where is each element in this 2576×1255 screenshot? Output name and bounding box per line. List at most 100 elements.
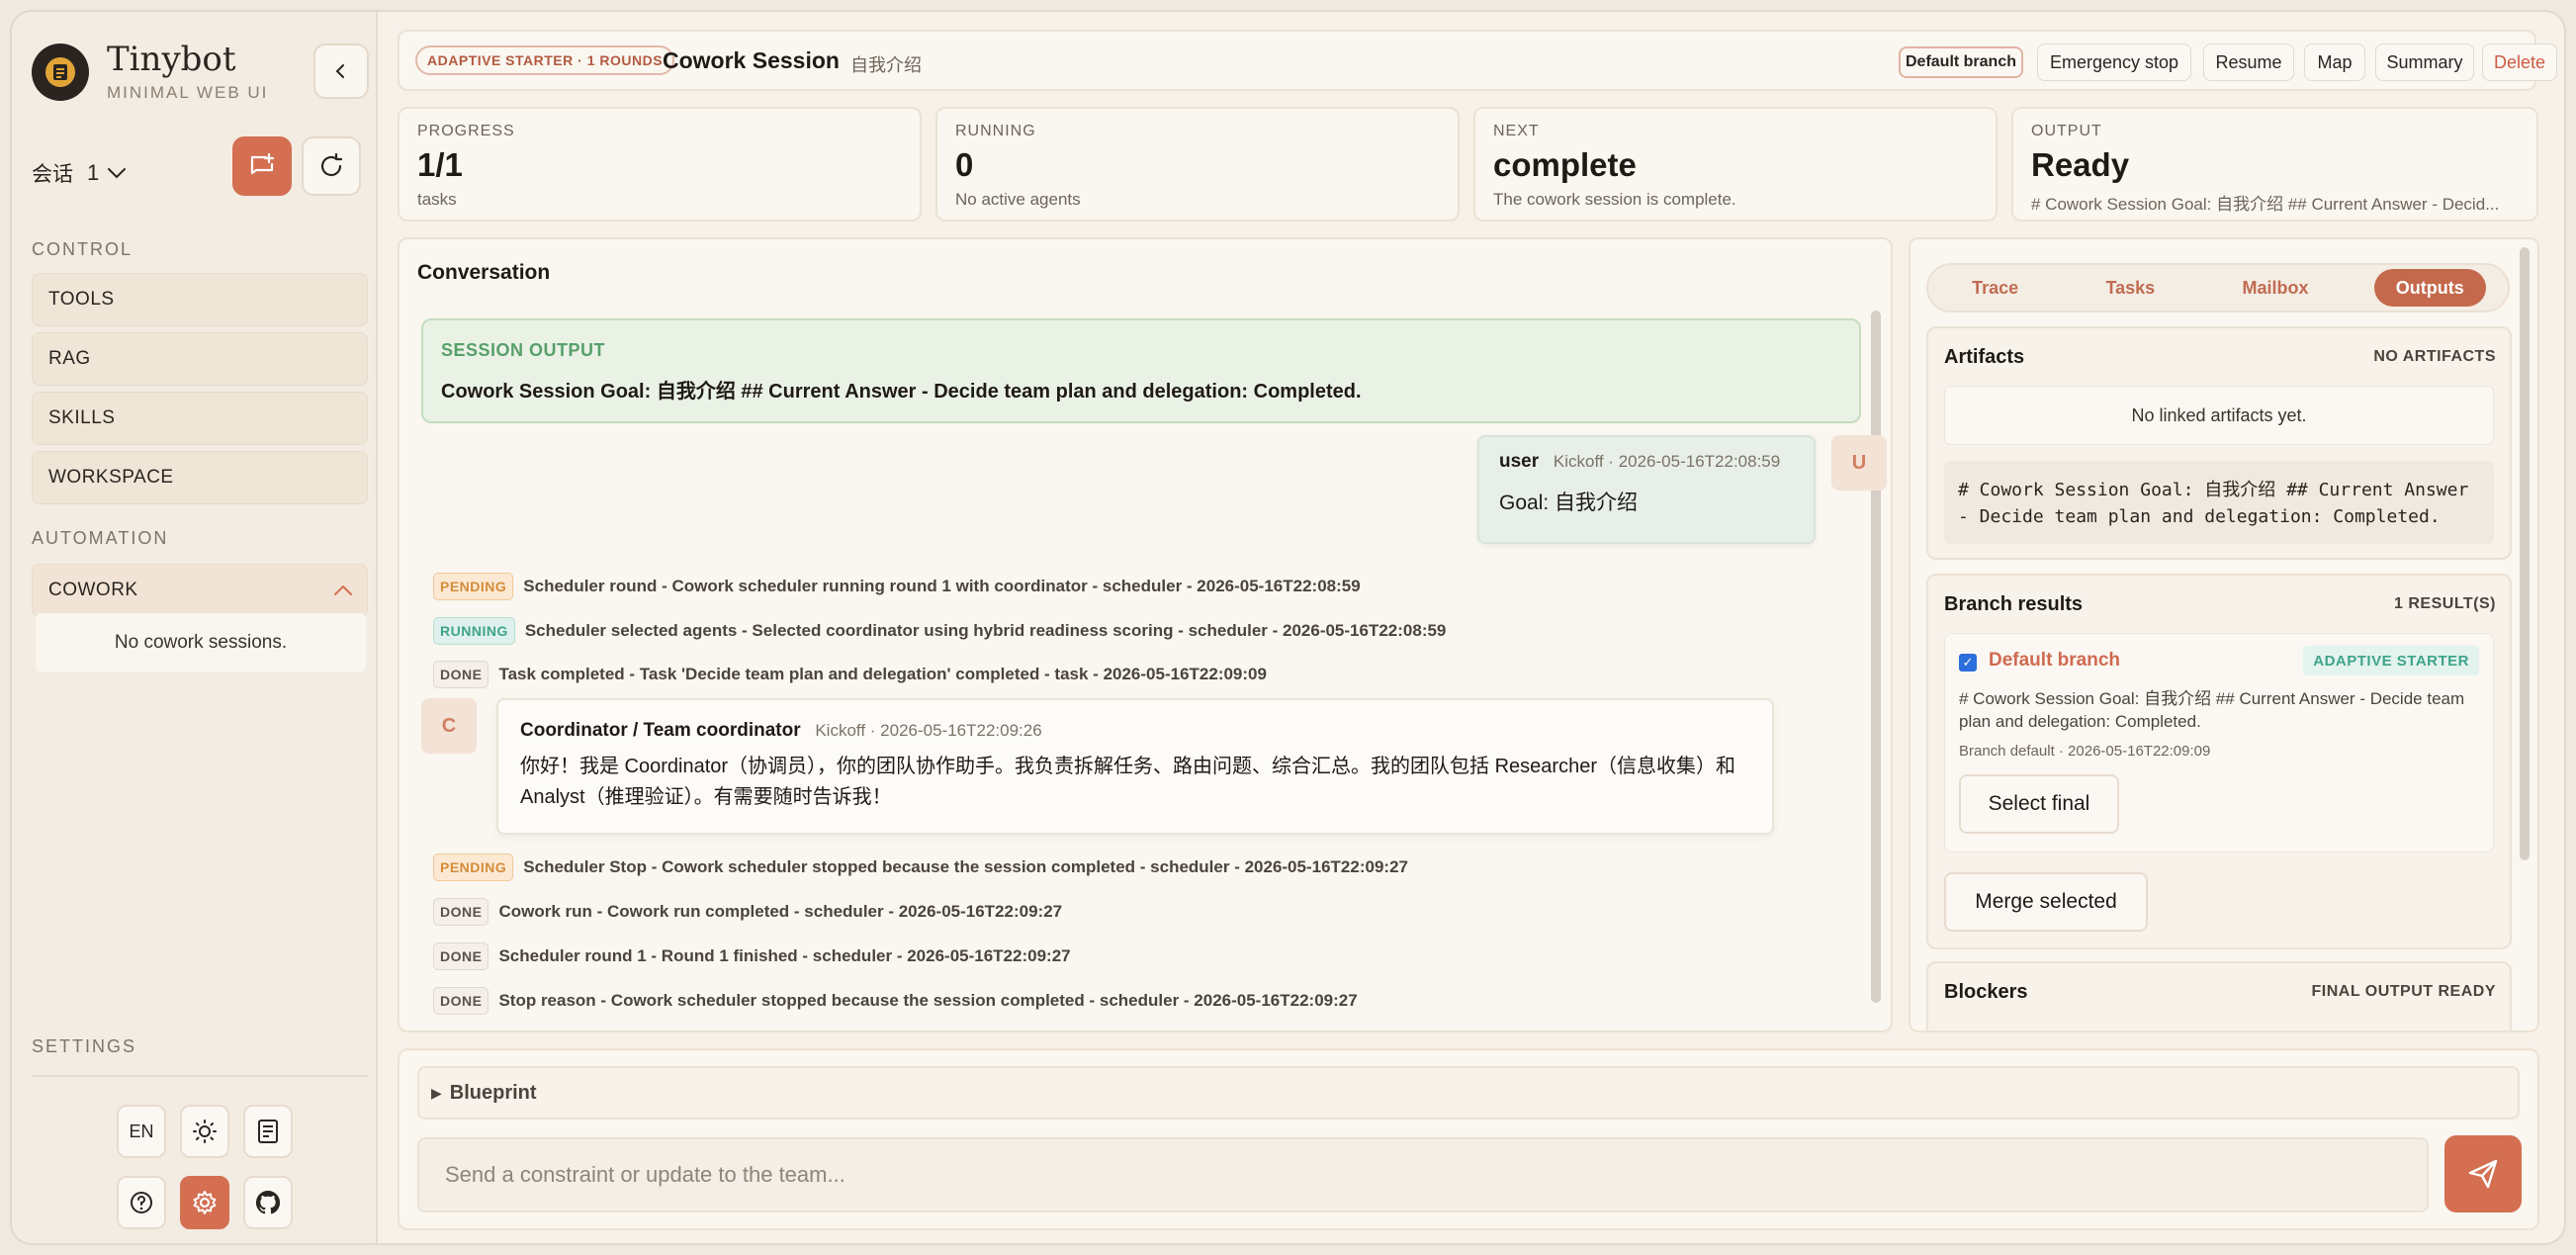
sidebar-item-rag[interactable]: RAG <box>32 332 368 386</box>
event-text: Task completed - Task 'Decide team plan … <box>498 665 1267 683</box>
sidebar-item-cowork[interactable]: COWORK <box>32 564 368 617</box>
session-output-label: SESSION OUTPUT <box>441 340 606 360</box>
user-message-meta: Kickoff · 2026-05-16T22:08:59 <box>1553 452 1781 471</box>
branch-results-meta: 1 RESULT(S) <box>2394 595 2496 612</box>
event-text: Cowork run - Cowork run completed - sche… <box>498 902 1063 921</box>
coordinator-message: Coordinator / Team coordinator Kickoff ·… <box>496 698 1774 835</box>
event-text: Scheduler selected agents - Selected coo… <box>524 621 1447 640</box>
chevron-down-icon <box>108 168 127 179</box>
stat-running-label: RUNNING <box>955 123 1036 139</box>
app-subtitle: MINIMAL WEB UI <box>107 83 269 102</box>
session-title: Cowork Session <box>663 47 840 73</box>
message-input-wrapper <box>417 1137 2429 1212</box>
delete-button[interactable]: Delete <box>2482 44 2557 81</box>
stat-next-value: complete <box>1493 146 1637 183</box>
docs-button[interactable] <box>243 1105 293 1158</box>
event-row: DONE Task completed - Task 'Decide team … <box>433 660 1267 689</box>
conversation-panel: Conversation SESSION OUTPUT Cowork Sessi… <box>398 237 1893 1032</box>
chevron-left-icon <box>335 64 344 78</box>
status-badge: DONE <box>433 987 489 1015</box>
sun-icon <box>193 1120 217 1143</box>
summary-button[interactable]: Summary <box>2375 44 2474 81</box>
stat-running-sub: No active agents <box>955 190 1081 209</box>
help-button[interactable] <box>117 1176 166 1229</box>
user-message-head: user Kickoff · 2026-05-16T22:08:59 <box>1499 451 1794 473</box>
session-output-text: Cowork Session Goal: 自我介绍 ## Current Ans… <box>441 381 1362 403</box>
user-message-author: user <box>1499 451 1540 472</box>
outputs-scrollbar[interactable] <box>2520 247 2530 860</box>
session-header: ADAPTIVE STARTER · 1 ROUNDS Cowork Sessi… <box>398 30 2557 91</box>
caret-right-icon: ▶ <box>431 1084 442 1101</box>
conversation-scrollbar[interactable] <box>1871 311 1881 1003</box>
user-avatar: U <box>1831 435 1887 491</box>
branch-results-card: Branch results 1 RESULT(S) ✓ Default bra… <box>1926 574 2512 949</box>
merge-selected-button[interactable]: Merge selected <box>1944 872 2148 932</box>
sidebar-item-tools[interactable]: TOOLS <box>32 273 368 326</box>
sidebar-item-skills[interactable]: SKILLS <box>32 392 368 445</box>
output-preview: # Cowork Session Goal: 自我介绍 ## Current A… <box>1944 461 2494 544</box>
message-input[interactable] <box>445 1139 2427 1210</box>
event-row: DONE Scheduler round 1 - Round 1 finishe… <box>433 941 1071 971</box>
artifacts-empty: No linked artifacts yet. <box>1944 386 2494 445</box>
tab-mailbox[interactable]: Mailbox <box>2220 269 2330 307</box>
event-text: Stop reason - Cowork scheduler stopped b… <box>498 991 1358 1010</box>
branch-summary: # Cowork Session Goal: 自我介绍 ## Current A… <box>1959 689 2465 731</box>
main-area: ADAPTIVE STARTER · 1 ROUNDS Cowork Sessi… <box>380 12 2564 1243</box>
stat-progress-label: PROGRESS <box>417 123 515 139</box>
tab-tasks[interactable]: Tasks <box>2084 269 2176 307</box>
coordinator-avatar: C <box>421 698 477 754</box>
send-button[interactable] <box>2444 1135 2522 1212</box>
tab-trace[interactable]: Trace <box>1950 269 2040 307</box>
settings-button[interactable] <box>180 1176 229 1229</box>
tab-outputs[interactable]: Outputs <box>2373 269 2486 307</box>
github-button[interactable] <box>243 1176 293 1229</box>
select-final-button[interactable]: Select final <box>1959 774 2119 834</box>
branch-name: Default branch <box>1989 650 2121 671</box>
event-row: PENDING Scheduler Stop - Cowork schedule… <box>433 852 1408 882</box>
status-badge: DONE <box>433 898 489 926</box>
map-button[interactable]: Map <box>2304 44 2365 81</box>
session-selector[interactable]: 会话 1 <box>32 158 127 188</box>
status-badge: DONE <box>433 942 489 970</box>
sidebar-item-workspace[interactable]: WORKSPACE <box>32 451 368 504</box>
stat-running: RUNNING 0 No active agents <box>935 107 1460 222</box>
stat-output-sub: # Cowork Session Goal: 自我介绍 ## Current A… <box>2031 195 2500 214</box>
collapse-sidebar-button[interactable] <box>313 44 369 99</box>
branch-checkbox[interactable]: ✓ <box>1959 654 1977 672</box>
composer: ▶ Blueprint <box>398 1048 2539 1230</box>
status-badge: PENDING <box>433 573 514 600</box>
event-row: DONE Stop reason - Cowork scheduler stop… <box>433 986 1358 1016</box>
event-row: PENDING Scheduler round - Cowork schedul… <box>433 572 1361 601</box>
session-count: 1 <box>87 160 100 185</box>
chevron-up-icon <box>334 584 352 595</box>
artifacts-title: Artifacts <box>1944 346 2025 368</box>
default-branch-button[interactable]: Default branch <box>1899 46 2023 78</box>
new-session-button[interactable] <box>232 136 292 196</box>
logo-glyph-icon <box>45 57 75 87</box>
new-chat-icon <box>250 152 275 175</box>
section-automation: AUTOMATION <box>32 528 169 548</box>
blueprint-label: Blueprint <box>449 1081 537 1104</box>
tinybot-logo-icon <box>32 44 89 101</box>
stat-output-label: OUTPUT <box>2031 123 2102 139</box>
blueprint-toggle[interactable]: ▶ Blueprint <box>417 1066 2520 1120</box>
stat-progress-value: 1/1 <box>417 146 463 183</box>
strategy-badge: ADAPTIVE STARTER · 1 ROUNDS <box>415 45 675 75</box>
session-label: 会话 <box>32 163 73 186</box>
section-settings: SETTINGS <box>32 1036 137 1056</box>
language-button[interactable]: EN <box>117 1105 166 1158</box>
theme-toggle-button[interactable] <box>180 1105 229 1158</box>
event-text: Scheduler Stop - Cowork scheduler stoppe… <box>523 857 1408 876</box>
refresh-button[interactable] <box>302 136 361 196</box>
emergency-stop-button[interactable]: Emergency stop <box>2037 44 2191 81</box>
artifacts-meta: NO ARTIFACTS <box>2373 348 2496 365</box>
panel-tabs: Trace Tasks Mailbox Outputs <box>1926 263 2510 313</box>
app-window: Tinybot MINIMAL WEB UI 会话 1 CONTROL TOOL… <box>10 10 2566 1245</box>
github-icon <box>255 1190 281 1214</box>
coordinator-message-author: Coordinator / Team coordinator <box>520 720 801 741</box>
stat-next-sub: The cowork session is complete. <box>1493 190 1736 209</box>
status-badge: RUNNING <box>433 617 515 645</box>
resume-button[interactable]: Resume <box>2203 44 2294 81</box>
blockers-meta: FINAL OUTPUT READY <box>2311 983 2496 1000</box>
coordinator-message-meta: Kickoff · 2026-05-16T22:09:26 <box>815 721 1042 740</box>
